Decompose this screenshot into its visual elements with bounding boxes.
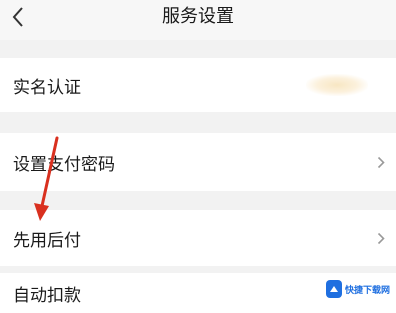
settings-row-payment-password[interactable]: 设置支付密码 xyxy=(0,133,396,191)
status-badge xyxy=(306,74,368,96)
chevron-right-icon xyxy=(376,155,386,169)
settings-row-pay-later[interactable]: 先用后付 xyxy=(0,210,396,266)
watermark-logo-icon xyxy=(326,280,342,298)
row-label: 先用后付 xyxy=(13,230,81,251)
chevron-right-icon xyxy=(376,231,386,245)
watermark-text: 快捷下载网 xyxy=(344,285,390,296)
nav-header: 服务设置 xyxy=(0,0,396,40)
row-label: 设置支付密码 xyxy=(13,154,115,175)
row-label: 自动扣款 xyxy=(13,285,81,306)
watermark: 快捷下载网 xyxy=(326,275,390,303)
row-label: 实名认证 xyxy=(13,77,81,98)
settings-row-real-name[interactable]: 实名认证 xyxy=(0,58,396,112)
page-title: 服务设置 xyxy=(162,6,234,27)
